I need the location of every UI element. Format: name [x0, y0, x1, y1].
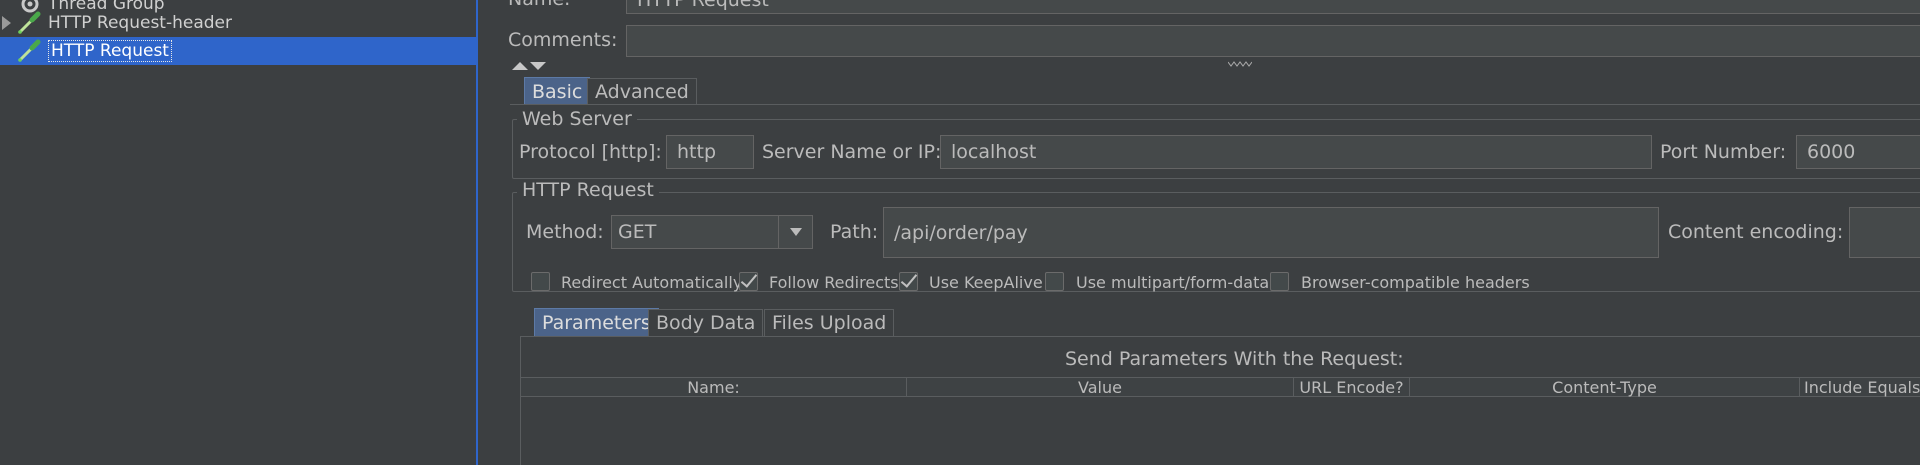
tab-label: Body Data — [656, 312, 756, 334]
chevron-down-icon — [789, 228, 802, 236]
follow-redirects-checkbox[interactable] — [739, 272, 758, 291]
column-header-name[interactable]: Name: — [521, 378, 907, 397]
test-plan-tree[interactable]: Thread Group HTTP Request-header HTTP Re… — [0, 0, 476, 465]
follow-redirects-label: Follow Redirects — [769, 273, 899, 292]
tab-label: Advanced — [595, 81, 689, 103]
comments-label: Comments: — [508, 29, 618, 51]
column-header-value[interactable]: Value — [907, 378, 1294, 397]
port-label: Port Number: — [1660, 141, 1787, 163]
browser-compatible-headers-label: Browser-compatible headers — [1301, 273, 1530, 292]
http-request-legend: HTTP Request — [517, 179, 659, 201]
dropdown-button[interactable] — [778, 216, 812, 248]
expand-arrow-icon[interactable] — [2, 16, 11, 30]
tab-parameters[interactable]: Parameters — [534, 308, 659, 336]
comments-input[interactable] — [626, 25, 1920, 57]
path-input[interactable]: /api/order/pay — [883, 207, 1659, 258]
parameters-table-header: Name: Value URL Encode? Content-Type Inc… — [521, 377, 1920, 397]
protocol-label: Protocol [http]: — [519, 141, 662, 163]
splitter-grip-icon[interactable] — [1228, 60, 1252, 68]
tab-divider — [510, 104, 1920, 105]
name-label: Name: — [508, 0, 570, 10]
port-value: 6000 — [1807, 141, 1856, 163]
name-input[interactable]: HTTP Request — [626, 0, 1920, 14]
method-select[interactable]: GET — [611, 215, 813, 249]
column-header-content-type[interactable]: Content-Type — [1410, 378, 1800, 397]
redirect-automatically-checkbox[interactable] — [531, 272, 550, 291]
content-encoding-input[interactable] — [1849, 207, 1920, 258]
protocol-input[interactable]: http — [666, 135, 754, 169]
redirect-automatically-label: Redirect Automatically — [561, 273, 743, 292]
tab-basic[interactable]: Basic — [524, 77, 591, 105]
tree-item-http-request[interactable]: HTTP Request — [0, 37, 476, 65]
browser-compatible-headers-checkbox[interactable] — [1270, 272, 1289, 291]
tree-item-http-request-header[interactable]: HTTP Request-header — [0, 9, 476, 37]
protocol-value: http — [677, 141, 717, 163]
web-server-legend: Web Server — [517, 108, 637, 130]
tab-files-upload[interactable]: Files Upload — [764, 309, 895, 336]
content-encoding-label: Content encoding: — [1668, 221, 1844, 243]
column-header-url-encode[interactable]: URL Encode? — [1294, 378, 1410, 397]
pipette-icon — [18, 11, 41, 34]
parameters-title: Send Parameters With the Request: — [1065, 348, 1404, 370]
method-value: GET — [618, 221, 657, 243]
server-input[interactable]: localhost — [940, 135, 1652, 169]
path-value: /api/order/pay — [894, 221, 1028, 244]
http-request-panel: Name: HTTP Request Comments: Basic Advan… — [478, 0, 1920, 465]
use-multipart-label: Use multipart/form-data — [1076, 273, 1270, 292]
name-value: HTTP Request — [637, 0, 769, 11]
server-value: localhost — [951, 141, 1037, 163]
use-keepalive-checkbox[interactable] — [899, 272, 918, 291]
column-header-include-equals[interactable]: Include Equals — [1800, 378, 1920, 397]
use-multipart-checkbox[interactable] — [1045, 272, 1064, 291]
tree-item-label: HTTP Request-header — [48, 13, 232, 33]
path-label: Path: — [830, 221, 879, 243]
tab-body-data[interactable]: Body Data — [648, 309, 764, 336]
server-label: Server Name or IP: — [762, 141, 942, 163]
pipette-icon — [18, 39, 41, 62]
method-label: Method: — [526, 221, 604, 243]
use-keepalive-label: Use KeepAlive — [929, 273, 1043, 292]
parameters-table-body[interactable] — [521, 398, 1920, 465]
tab-advanced[interactable]: Advanced — [587, 78, 697, 105]
tab-label: Parameters — [542, 311, 651, 334]
tree-item-label: HTTP Request — [48, 40, 172, 62]
collapse-arrows-icon[interactable] — [511, 60, 547, 72]
tab-label: Basic — [532, 80, 583, 103]
port-input[interactable]: 6000 — [1796, 135, 1920, 169]
tab-label: Files Upload — [772, 312, 887, 334]
